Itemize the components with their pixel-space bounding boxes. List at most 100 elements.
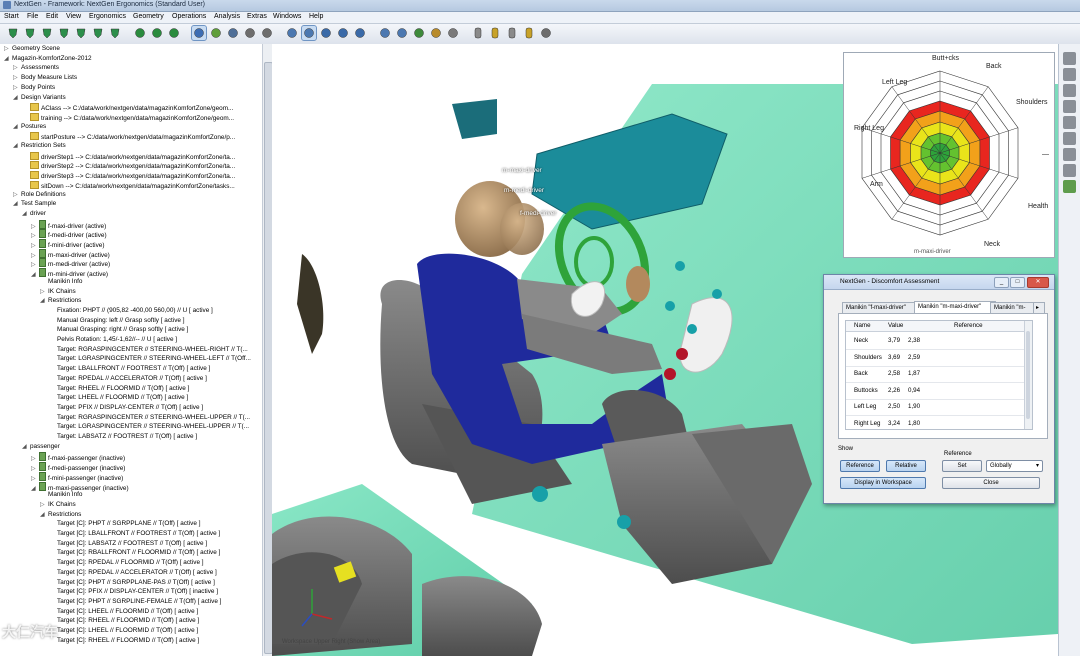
expand-arrow-icon[interactable]: ▷ — [40, 501, 48, 509]
tree-item[interactable]: ▷ m-medi-driver (active) — [31, 258, 110, 268]
tree-item[interactable]: ▷ IK Chains — [40, 288, 76, 296]
zoom-out-icon[interactable] — [336, 26, 350, 40]
tree-item[interactable]: Manikin Info — [40, 491, 82, 499]
table-scroll-thumb[interactable] — [1026, 331, 1030, 419]
tree-item[interactable]: Target: RHEEL // FLOORMID // T(Off) [ ac… — [49, 385, 189, 393]
manikin-icon[interactable] — [1063, 100, 1076, 113]
tree-item[interactable]: ◢ Restriction Sets — [13, 142, 66, 150]
relative-toggle-button[interactable]: Relative — [886, 460, 926, 472]
cylinder-icon[interactable] — [488, 26, 502, 40]
tree-item[interactable]: Target: LBALLFRONT // FOOTREST // T(Off)… — [49, 365, 210, 373]
tree-item[interactable]: Fixation: PHPT // (905,82 -400,00 560,00… — [49, 307, 213, 315]
zoom-in-icon[interactable] — [319, 26, 333, 40]
manikin-icon[interactable] — [1063, 68, 1076, 81]
zoom-fit-icon[interactable] — [353, 26, 367, 40]
tree-item[interactable]: Target [C]: PFIX // DISPLAY-CENTER // T(… — [49, 588, 218, 596]
collapse-arrow-icon[interactable]: ◢ — [22, 443, 30, 451]
tree-item[interactable]: Target [C]: LHEEL // FLOORMID // T(Off) … — [49, 627, 198, 635]
tree-item[interactable]: Target: RGRASPINGCENTER // STEERING-WHEE… — [49, 414, 250, 422]
shield-icon[interactable] — [91, 26, 105, 40]
expand-arrow-icon[interactable]: ▷ — [4, 45, 12, 53]
tree-item[interactable]: Target: PFIX // DISPLAY-CENTER // T(Off)… — [49, 404, 203, 412]
tab-scroll-arrow-icon[interactable]: ▸ — [1033, 302, 1045, 313]
tree-item[interactable]: Target [C]: LHEEL // FLOORMID // T(Off) … — [49, 608, 198, 616]
tree-item[interactable]: ▷ Body Measure Lists — [13, 74, 77, 82]
menu-extras[interactable]: Extras — [247, 13, 267, 20]
tree-item[interactable]: ▷ f-maxi-passenger (inactive) — [31, 452, 125, 462]
collapse-arrow-icon[interactable]: ◢ — [22, 210, 30, 218]
tree-item[interactable]: Target [C]: PHPT // SGRPPLANE // T(Off) … — [49, 520, 200, 528]
maximize-button[interactable]: □ — [1010, 277, 1025, 288]
expand-arrow-icon[interactable]: ▷ — [13, 64, 21, 72]
collapse-arrow-icon[interactable]: ◢ — [13, 142, 21, 150]
shield-icon[interactable] — [6, 26, 20, 40]
tree-item[interactable]: ◢ driver — [22, 210, 46, 218]
collapse-arrow-icon[interactable]: ◢ — [31, 271, 39, 279]
eye-icon[interactable] — [412, 26, 426, 40]
tree-item[interactable]: Manikin Info — [40, 278, 82, 286]
tree-item[interactable]: ▷ f-mini-driver (active) — [31, 239, 104, 249]
table-row[interactable]: Right Leg 3,24 1,80 — [846, 415, 1032, 430]
manikin-icon[interactable] — [1063, 148, 1076, 161]
tree-item[interactable]: Manual Grasping: left // Grasp softly [ … — [49, 317, 185, 325]
shield-icon[interactable] — [57, 26, 71, 40]
shield-icon[interactable] — [40, 26, 54, 40]
collapse-arrow-icon[interactable]: ◢ — [13, 123, 21, 131]
menu-file[interactable]: File — [27, 13, 38, 20]
tree-item[interactable]: training --> C:/data/work/nextgen/data/m… — [22, 112, 234, 122]
tree-item[interactable]: Manual Grasping: right // Grasp softly [… — [49, 326, 188, 334]
tree-item[interactable]: ▷ Geometry Scene — [4, 45, 60, 53]
tree-item[interactable]: ◢ Restrictions — [40, 511, 81, 519]
camera-icon[interactable] — [285, 26, 299, 40]
tree-item[interactable]: Target [C]: PHPT // SGRPLINE-FEMALE // T… — [49, 598, 221, 606]
tree-item[interactable]: Target: RPEDAL // ACCELERATOR // T(Off) … — [49, 375, 207, 383]
export-icon[interactable] — [539, 26, 553, 40]
tree-item[interactable]: sitDown --> C:/data/work/nextgen/data/ma… — [22, 180, 235, 190]
menu-geometry[interactable]: Geometry — [133, 13, 164, 20]
manikin-icon[interactable] — [1063, 116, 1076, 129]
tree-item[interactable]: Target [C]: LBALLFRONT // FOOTREST // T(… — [49, 530, 220, 538]
menu-ergonomics[interactable]: Ergonomics — [89, 13, 126, 20]
tree-item[interactable]: driverStep1 --> C:/data/work/nextgen/dat… — [22, 151, 235, 161]
menu-help[interactable]: Help — [309, 13, 323, 20]
tree-item[interactable]: Target: LGRASPINGCENTER // STEERING-WHEE… — [49, 355, 251, 363]
close-button[interactable]: Close — [942, 477, 1040, 489]
cylinder-icon[interactable] — [471, 26, 485, 40]
shield-icon[interactable] — [74, 26, 88, 40]
menu-operations[interactable]: Operations — [172, 13, 206, 20]
tree-item[interactable]: ◢ Design Variants — [13, 94, 66, 102]
tree-item[interactable]: ▷ m-maxi-driver (active) — [31, 248, 110, 259]
tree-item[interactable]: Target [C]: RPEDAL // FLOORMID // T(Off)… — [49, 559, 204, 567]
manikin-icon[interactable] — [1063, 132, 1076, 145]
tree-item[interactable]: Target [C]: RPEDAL // ACCELERATOR // T(O… — [49, 569, 217, 577]
tree-item[interactable]: ◢ Test Sample — [13, 200, 56, 208]
table-row[interactable]: Neck 3,79 2,38 — [846, 332, 1032, 350]
menu-view[interactable]: View — [66, 13, 81, 20]
collapse-arrow-icon[interactable]: ◢ — [40, 511, 48, 519]
collapse-arrow-icon[interactable]: ◢ — [13, 94, 21, 102]
table-row[interactable]: Shoulders 3,69 2,59 — [846, 349, 1032, 367]
pointer-icon[interactable] — [191, 25, 207, 41]
tree-item[interactable]: ▷ Body Points — [13, 84, 55, 92]
collapse-arrow-icon[interactable]: ◢ — [4, 55, 12, 63]
tree-item[interactable]: ▷ Assessments — [13, 64, 59, 72]
table-row[interactable]: Back 2,58 1,87 — [846, 365, 1032, 383]
tree-item[interactable]: Target [C]: LABSATZ // FOOTREST // T(Off… — [49, 540, 207, 548]
refresh-icon[interactable] — [167, 26, 181, 40]
manikin-icon[interactable] — [1063, 164, 1076, 177]
close-icon[interactable]: ✕ — [1027, 277, 1049, 288]
expand-arrow-icon[interactable]: ▷ — [13, 74, 21, 82]
tree-item[interactable]: ▷ f-mini-passenger (inactive) — [31, 471, 123, 482]
expand-arrow-icon[interactable]: ▷ — [13, 84, 21, 92]
menu-analysis[interactable]: Analysis — [214, 13, 240, 20]
tree-item[interactable]: AClass --> C:/data/work/nextgen/data/mag… — [22, 103, 233, 112]
select-icon[interactable] — [378, 26, 392, 40]
menu-windows[interactable]: Windows — [273, 13, 301, 20]
manikin-icon[interactable] — [1063, 52, 1076, 65]
tree-item[interactable]: ▷ f-medi-passenger (inactive) — [31, 462, 125, 472]
shield-icon[interactable] — [108, 26, 122, 40]
table-row[interactable]: Buttocks 2,26 0,94 — [846, 382, 1032, 400]
view-icon[interactable] — [301, 25, 317, 41]
menu-edit[interactable]: Edit — [46, 13, 58, 20]
wireframe-icon[interactable] — [446, 26, 460, 40]
